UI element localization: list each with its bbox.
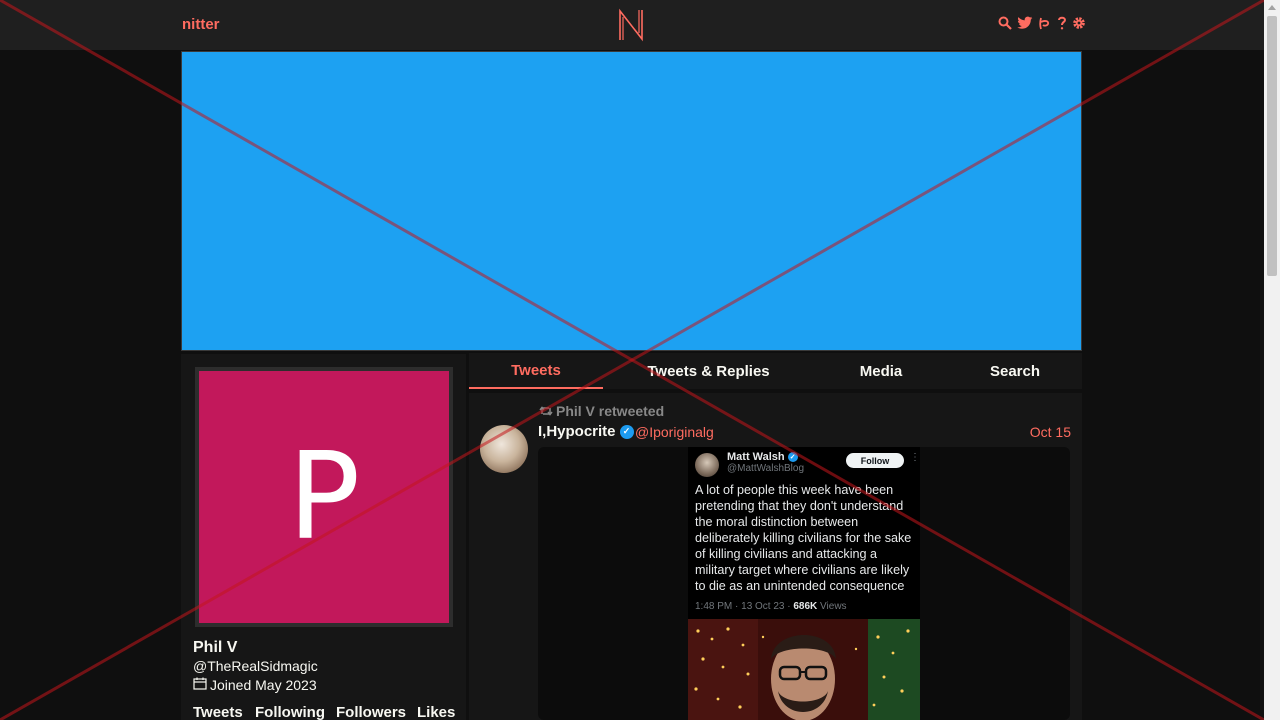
embed-avatar bbox=[695, 453, 719, 477]
stat-following[interactable]: Following bbox=[255, 704, 336, 720]
tweet-author-fullname[interactable]: I,Hypocrite bbox=[538, 423, 616, 440]
profile-name[interactable]: Phil V bbox=[193, 639, 237, 657]
joined-date: Joined May 2023 bbox=[210, 677, 317, 693]
tweet-author-name[interactable]: I,Hypocrite ✓ bbox=[538, 423, 634, 440]
timeline-tabs: Tweets Tweets & Replies Media Search bbox=[469, 353, 1082, 389]
embedded-tweet-image[interactable]: Matt Walsh ✓ @MattWalshBlog Follow ⋮ A l… bbox=[688, 447, 920, 720]
tab-tweets-replies[interactable]: Tweets & Replies bbox=[603, 353, 814, 389]
profile-stats: Tweets Following Followers Likes bbox=[193, 704, 455, 720]
calendar-icon bbox=[193, 677, 207, 693]
profile-joined: Joined May 2023 bbox=[193, 677, 317, 693]
embed-views-count: 686K bbox=[793, 601, 818, 612]
tab-tweets[interactable]: Tweets bbox=[469, 353, 603, 389]
profile-banner[interactable] bbox=[181, 51, 1082, 351]
avatar-letter: P bbox=[287, 427, 361, 567]
search-icon[interactable] bbox=[998, 16, 1012, 33]
brand-link[interactable]: nitter bbox=[182, 16, 220, 33]
stat-followers[interactable]: Followers bbox=[336, 704, 417, 720]
retweet-header: Phil V retweeted bbox=[539, 403, 664, 419]
tweet-media[interactable]: Matt Walsh ✓ @MattWalshBlog Follow ⋮ A l… bbox=[538, 447, 1070, 720]
retweet-icon bbox=[539, 403, 553, 419]
embed-verified-icon: ✓ bbox=[787, 452, 798, 462]
embed-tweet-text: A lot of people this week have been pret… bbox=[695, 483, 912, 593]
tweet-author-avatar[interactable] bbox=[480, 425, 528, 473]
embed-author-fullname: Matt Walsh bbox=[727, 451, 785, 463]
tab-search[interactable]: Search bbox=[948, 353, 1082, 389]
tweet-date[interactable]: Oct 15 bbox=[1030, 424, 1071, 440]
top-navbar: nitter bbox=[0, 0, 1264, 50]
verified-badge-icon: ✓ bbox=[619, 424, 634, 439]
retweet-label[interactable]: Phil V retweeted bbox=[556, 403, 664, 419]
gear-icon[interactable] bbox=[1072, 16, 1086, 33]
stat-tweets[interactable]: Tweets bbox=[193, 704, 255, 720]
page-scrollbar[interactable] bbox=[1264, 0, 1280, 720]
embed-tweet-meta: 1:48 PM · 13 Oct 23 · 686K Views bbox=[695, 601, 847, 612]
scroll-thumb[interactable] bbox=[1267, 16, 1277, 276]
nitter-logo[interactable] bbox=[617, 8, 645, 42]
embed-follow-button: Follow bbox=[846, 453, 904, 468]
stat-likes[interactable]: Likes bbox=[417, 704, 455, 720]
nav-icons bbox=[998, 16, 1086, 33]
profile-card: P Phil V @TheRealSidmagic Joined May 202… bbox=[181, 354, 466, 720]
scroll-up-arrow[interactable] bbox=[1268, 5, 1276, 10]
embed-author-name: Matt Walsh ✓ bbox=[727, 451, 798, 463]
twitter-bird-icon[interactable] bbox=[1017, 16, 1033, 33]
tweet-author-username[interactable]: @Iporiginalg bbox=[635, 424, 714, 440]
profile-handle[interactable]: @TheRealSidmagic bbox=[193, 658, 318, 674]
embed-views-label: Views bbox=[817, 601, 847, 612]
rss-icon[interactable] bbox=[1038, 16, 1052, 33]
more-options-icon: ⋮ bbox=[910, 452, 920, 463]
profile-avatar[interactable]: P bbox=[195, 367, 453, 627]
embed-author-handle: @MattWalshBlog bbox=[727, 463, 805, 474]
timeline-tweet[interactable]: Phil V retweeted I,Hypocrite ✓ @Iporigin… bbox=[469, 393, 1082, 720]
tab-media[interactable]: Media bbox=[814, 353, 948, 389]
help-icon[interactable] bbox=[1057, 16, 1067, 33]
embed-video-thumbnail bbox=[688, 619, 920, 720]
embed-timestamp: 1:48 PM · 13 Oct 23 · bbox=[695, 601, 794, 612]
